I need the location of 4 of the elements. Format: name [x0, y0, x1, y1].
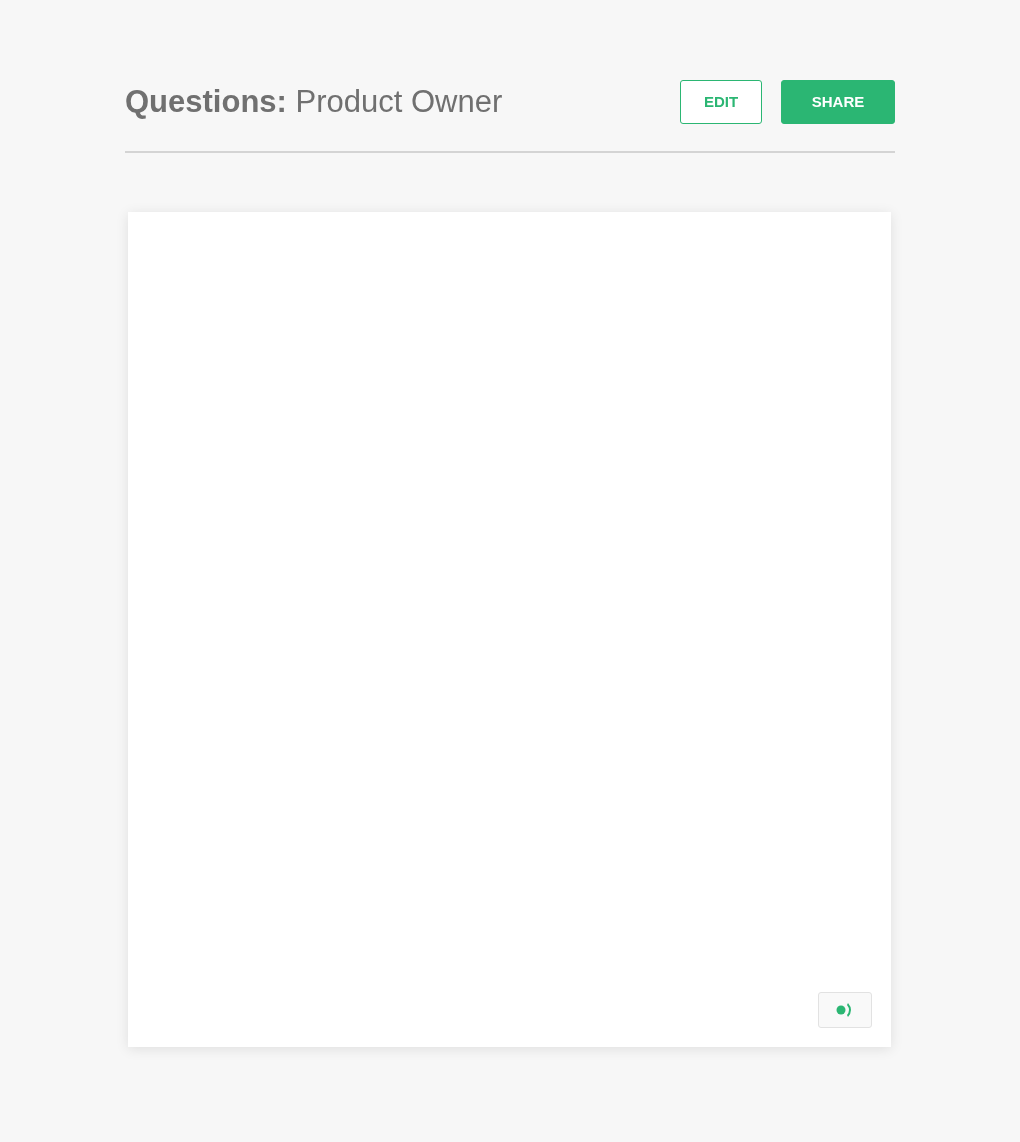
toggle-button[interactable] — [818, 992, 872, 1028]
page-title: Questions: Product Owner — [125, 82, 503, 121]
share-button[interactable]: SHARE — [781, 80, 895, 124]
edit-button[interactable]: EDIT — [680, 80, 762, 124]
